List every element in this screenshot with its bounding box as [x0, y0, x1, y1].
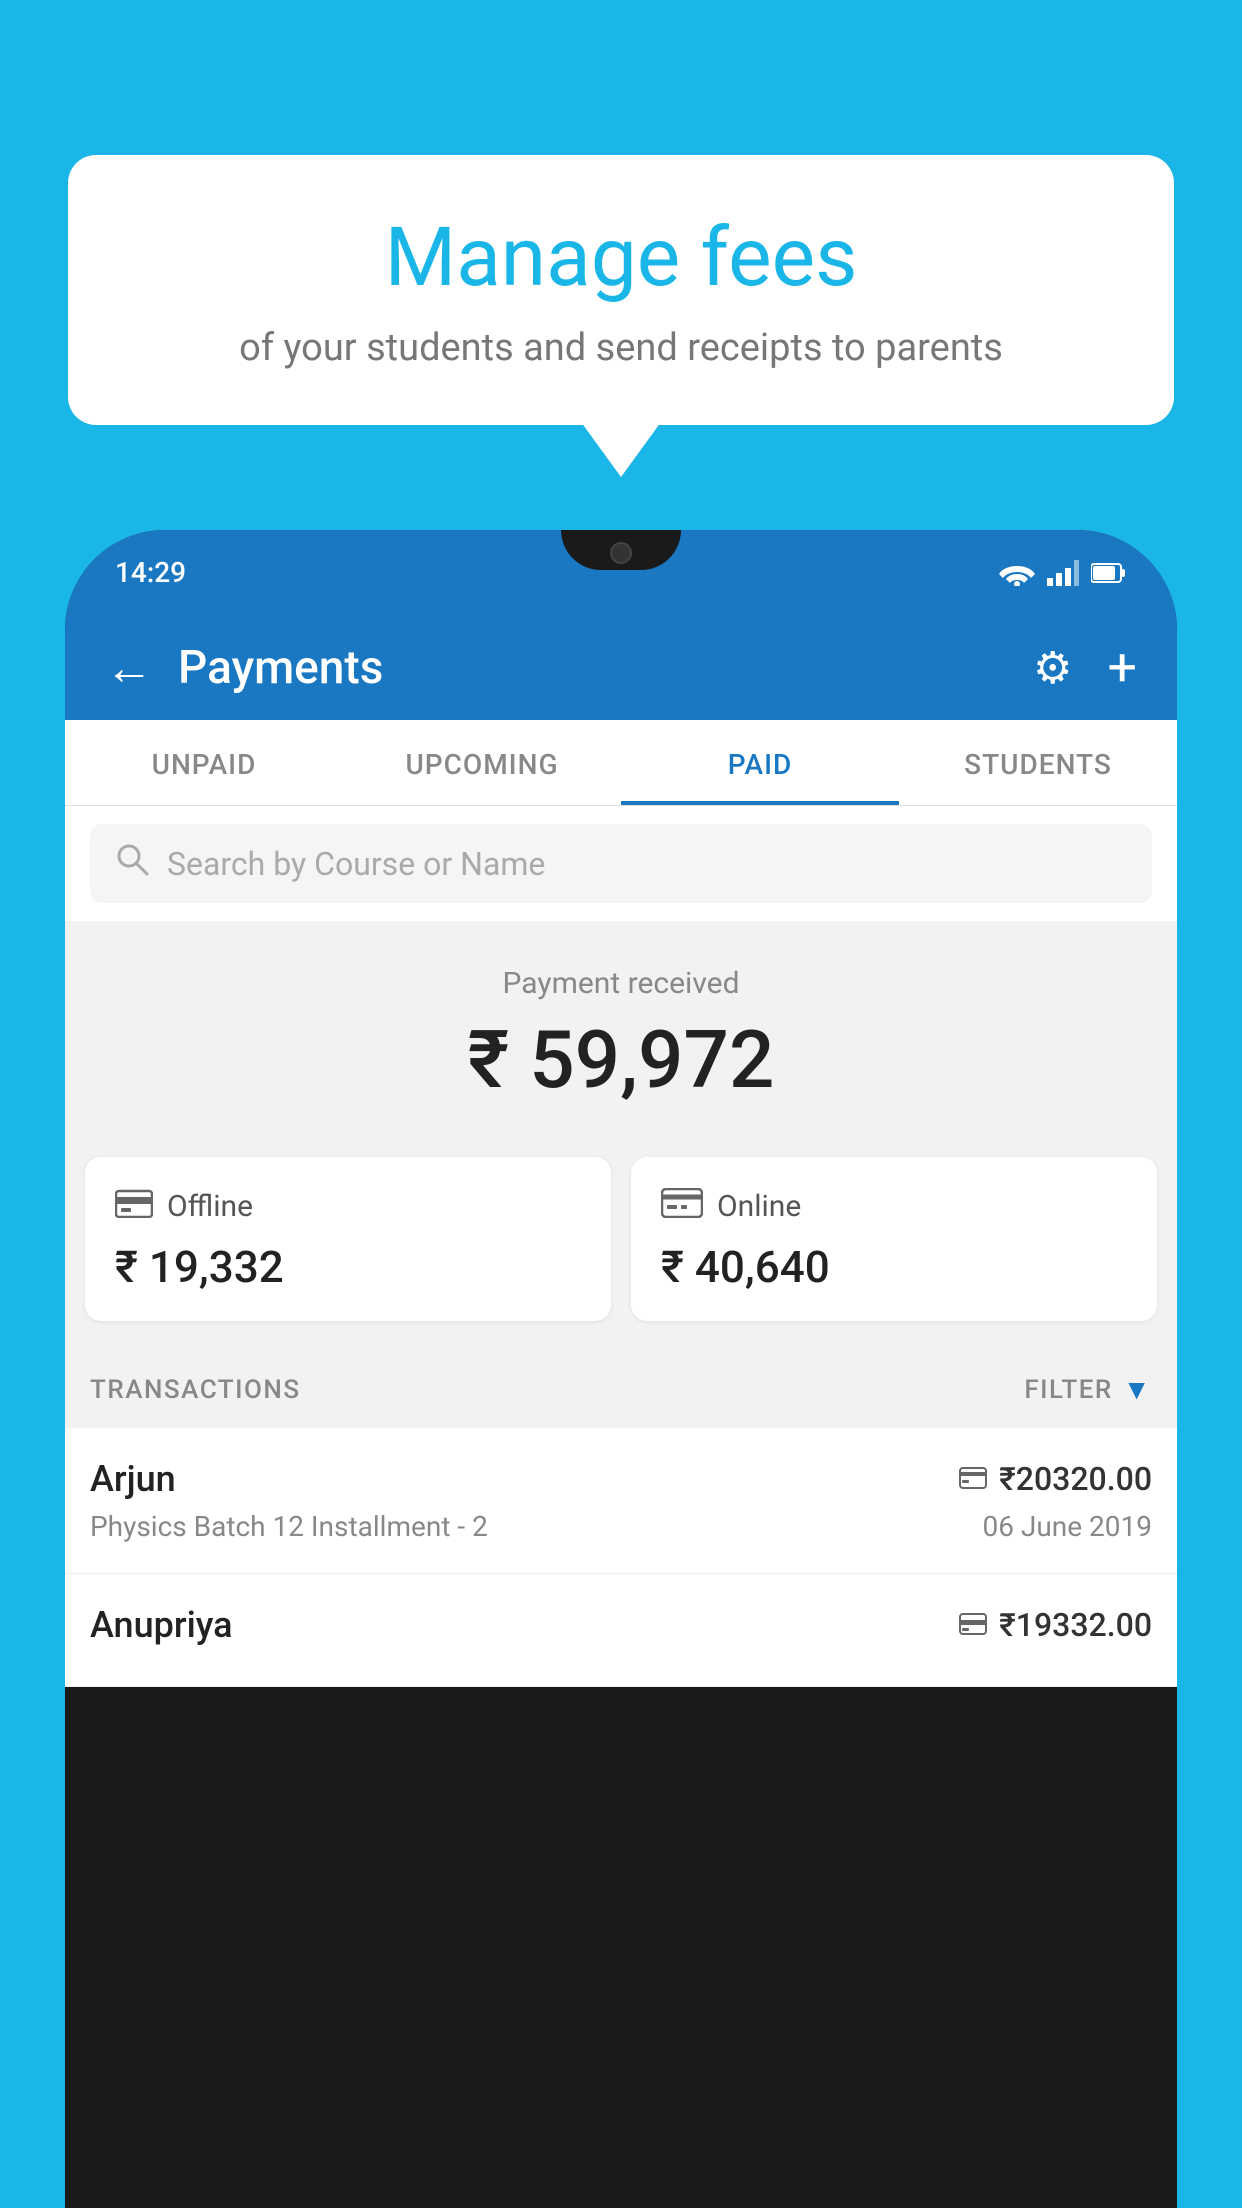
offline-payment-card: Offline ₹ 19,332: [85, 1157, 611, 1321]
online-label: Online: [717, 1189, 801, 1224]
offline-card-header: Offline: [115, 1185, 581, 1227]
transaction-amount-wrapper: ₹20320.00: [959, 1460, 1152, 1498]
status-time: 14:29: [115, 556, 186, 589]
payment-received-label: Payment received: [65, 966, 1177, 1001]
speech-bubble: Manage fees of your students and send re…: [68, 155, 1174, 425]
transactions-header: TRANSACTIONS FILTER ▼: [65, 1351, 1177, 1428]
tab-paid[interactable]: PAID: [621, 720, 899, 805]
search-icon: [115, 842, 149, 885]
search-bar-wrapper: Search by Course or Name: [65, 806, 1177, 921]
phone-camera: [610, 542, 632, 564]
offline-amount: ₹ 19,332: [115, 1241, 581, 1293]
app-content: Search by Course or Name Payment receive…: [65, 806, 1177, 1687]
payment-received-amount: ₹ 59,972: [65, 1013, 1177, 1107]
transaction-offline-icon: [959, 1609, 987, 1642]
transaction-date: 06 June 2019: [982, 1510, 1152, 1543]
transaction-amount: ₹19332.00: [999, 1606, 1152, 1644]
app-bar-title: Payments: [178, 641, 1008, 695]
offline-label: Offline: [167, 1189, 253, 1224]
gear-button[interactable]: ⚙: [1033, 642, 1072, 694]
transaction-amount-wrapper: ₹19332.00: [959, 1606, 1152, 1644]
filter-button[interactable]: FILTER ▼: [1024, 1373, 1152, 1406]
transaction-row[interactable]: Anupriya ₹19332.00: [65, 1574, 1177, 1687]
tabs-bar: UNPAID UPCOMING PAID STUDENTS: [65, 720, 1177, 806]
transaction-online-icon: [959, 1463, 987, 1496]
status-bar: 14:29: [65, 530, 1177, 615]
phone-frame: 14:29 ← Payments: [65, 530, 1177, 2208]
transaction-amount: ₹20320.00: [999, 1460, 1152, 1498]
wifi-icon: [999, 560, 1035, 586]
battery-icon: [1091, 562, 1127, 584]
transaction-bottom: Physics Batch 12 Installment - 2 06 June…: [90, 1510, 1152, 1543]
payment-cards: Offline ₹ 19,332 Online: [65, 1137, 1177, 1351]
add-button[interactable]: +: [1107, 637, 1137, 698]
online-icon: [661, 1185, 703, 1227]
transaction-top: Arjun ₹20320.00: [90, 1458, 1152, 1500]
online-amount: ₹ 40,640: [661, 1241, 1127, 1293]
speech-bubble-subtitle: of your students and send receipts to pa…: [128, 326, 1114, 370]
app-bar: ← Payments ⚙ +: [65, 615, 1177, 720]
signal-icon: [1047, 560, 1079, 586]
offline-icon: [115, 1185, 153, 1227]
tab-students[interactable]: STUDENTS: [899, 720, 1177, 805]
transaction-top: Anupriya ₹19332.00: [90, 1604, 1152, 1646]
tab-upcoming[interactable]: UPCOMING: [343, 720, 621, 805]
speech-bubble-title: Manage fees: [128, 210, 1114, 306]
online-payment-card: Online ₹ 40,640: [631, 1157, 1157, 1321]
tab-unpaid[interactable]: UNPAID: [65, 720, 343, 805]
transactions-label: TRANSACTIONS: [90, 1375, 301, 1405]
filter-label: FILTER: [1024, 1375, 1112, 1405]
search-input[interactable]: Search by Course or Name: [167, 845, 545, 883]
transaction-row[interactable]: Arjun ₹20320.00 Physics Batch 12 Install…: [65, 1428, 1177, 1574]
phone-notch: [561, 530, 681, 570]
back-button[interactable]: ←: [105, 639, 153, 696]
transaction-course: Physics Batch 12 Installment - 2: [90, 1510, 488, 1543]
online-card-header: Online: [661, 1185, 1127, 1227]
search-bar[interactable]: Search by Course or Name: [90, 824, 1152, 903]
transaction-name: Arjun: [90, 1458, 176, 1500]
payment-received-section: Payment received ₹ 59,972: [65, 921, 1177, 1137]
filter-icon: ▼: [1123, 1373, 1152, 1406]
transaction-name: Anupriya: [90, 1604, 233, 1646]
status-icons: [999, 560, 1127, 586]
